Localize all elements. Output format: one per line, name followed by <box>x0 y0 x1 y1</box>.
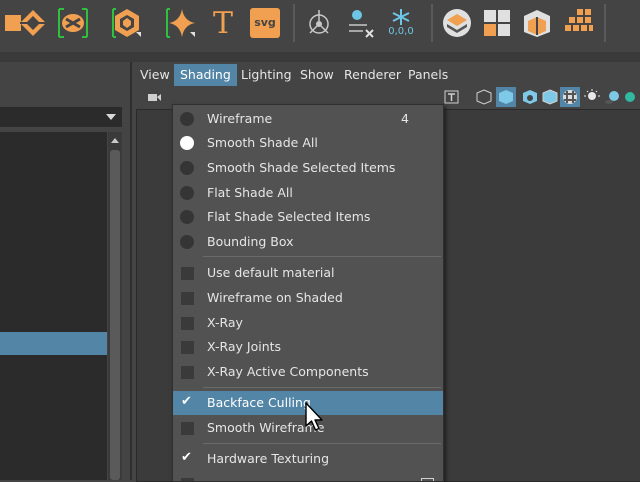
shadow-sphere-icon[interactable] <box>604 89 620 105</box>
menu-item-label: Smooth Shade Selected Items <box>207 160 396 175</box>
menu-shading[interactable]: Shading <box>174 64 237 86</box>
radio-button <box>180 235 194 249</box>
menu-item-x-ray-active-components[interactable]: X-Ray Active Components <box>173 360 443 384</box>
freeze-label: 0,0,0 <box>388 26 414 37</box>
toolbar-gap <box>0 52 640 62</box>
menu-item-wireframe-on-shaded[interactable]: Wireframe on Shaded <box>173 286 443 310</box>
snowflake-icon[interactable]: 0,0,0 <box>384 6 418 40</box>
menu-item-label: Flat Shade All <box>207 185 293 200</box>
menu-show[interactable]: Show <box>294 64 340 86</box>
bevel-icon[interactable] <box>56 6 90 40</box>
wireframe-cube-icon[interactable] <box>476 89 492 105</box>
checkbox <box>181 478 194 481</box>
radio-button-selected <box>180 136 194 150</box>
menu-item-smooth-shade-all[interactable]: Smooth Shade All <box>173 131 443 155</box>
menu-item-label: X-Ray <box>207 315 243 330</box>
menu-item-smooth-shade-selected[interactable]: Smooth Shade Selected Items <box>173 156 443 180</box>
mouse-pointer-icon <box>305 402 323 431</box>
light-bulb-icon[interactable] <box>584 89 600 105</box>
menu-item-label: Flat Shade Selected Items <box>207 209 371 224</box>
checkbox <box>181 267 194 280</box>
menu-lighting[interactable]: Lighting <box>235 64 298 86</box>
star-icon[interactable] <box>164 6 198 40</box>
menu-item-wireframe[interactable]: Wireframe 4 <box>173 107 443 131</box>
left-list[interactable] <box>0 132 107 480</box>
menu-view[interactable]: View <box>134 64 176 86</box>
toolbar-divider <box>431 4 433 42</box>
menu-item-x-ray[interactable]: X-Ray <box>173 311 443 335</box>
toolbar-divider <box>604 4 606 42</box>
lit-cube-icon[interactable] <box>542 89 558 105</box>
menu-panels[interactable]: Panels <box>402 64 454 86</box>
menu-item-label: Wireframe on Shaded <box>207 290 343 305</box>
menu-item-label: X-Ray Joints <box>207 339 282 354</box>
option-box-icon[interactable] <box>421 478 434 481</box>
menu-separator <box>203 256 441 257</box>
menu-item-flat-shade-all[interactable]: Flat Shade All <box>173 181 443 205</box>
menu-item-label: X-Ray Active Components <box>207 364 369 379</box>
left-scrollbar[interactable] <box>108 132 122 480</box>
radio-button <box>180 112 194 126</box>
menu-separator <box>203 387 441 388</box>
checker-sphere-button[interactable] <box>560 87 580 107</box>
menu-item-use-default-material[interactable]: Use default material <box>173 261 443 285</box>
menu-item-next-partial[interactable] <box>173 472 443 481</box>
hotkey-label: 4 <box>401 111 409 126</box>
left-combo-box[interactable] <box>0 107 122 127</box>
svg-icon[interactable]: svg <box>248 6 282 40</box>
list-item-selected[interactable] <box>0 332 107 355</box>
menu-item-bounding-box[interactable]: Bounding Box <box>173 230 443 254</box>
checkbox <box>181 366 194 379</box>
left-panel <box>0 62 130 480</box>
layers-icon[interactable] <box>440 6 474 40</box>
text-icon[interactable]: T <box>206 6 240 41</box>
menu-item-label: Backface Culling <box>207 395 311 410</box>
cube-icon[interactable] <box>520 6 554 40</box>
checkmark-icon <box>181 450 194 466</box>
menu-item-label: Bounding Box <box>207 234 294 249</box>
checkbox <box>181 422 194 435</box>
menu-item-label: Hardware Texturing <box>207 451 329 466</box>
menu-item-label: Use default material <box>207 265 335 280</box>
shelf-toolbar: T svg 0,0,0 <box>0 0 640 52</box>
center-pivot-icon[interactable] <box>344 6 378 40</box>
svg-label: svg <box>250 8 280 38</box>
checkbox <box>181 292 194 305</box>
radio-button <box>180 210 194 224</box>
checkbox <box>181 341 194 354</box>
menu-item-hardware-texturing[interactable]: Hardware Texturing <box>173 447 443 471</box>
soccerball-icon[interactable] <box>110 6 144 40</box>
viewport-menubar: View Shading Lighting Show Renderer Pane… <box>132 64 640 86</box>
scroll-up-icon[interactable] <box>111 138 119 143</box>
radio-button <box>180 161 194 175</box>
menu-separator <box>203 443 441 444</box>
checker-icon[interactable] <box>562 6 596 40</box>
scroll-thumb[interactable] <box>110 150 120 480</box>
transform-icon[interactable] <box>302 6 336 40</box>
grid-blocks-icon[interactable] <box>480 6 514 40</box>
shaded-cube-button[interactable] <box>496 87 516 107</box>
checkbox <box>181 317 194 330</box>
checkmark-icon <box>181 394 194 410</box>
text-frame-icon[interactable] <box>444 89 460 105</box>
camera-icon[interactable] <box>146 89 162 105</box>
menu-item-label: Smooth Shade All <box>207 135 318 150</box>
chevron-down-icon <box>106 114 116 120</box>
diamond-icon[interactable] <box>16 6 50 40</box>
menu-item-x-ray-joints[interactable]: X-Ray Joints <box>173 335 443 359</box>
textured-cube-icon[interactable] <box>522 89 538 105</box>
toolbar-divider <box>293 4 295 42</box>
radio-button <box>180 186 194 200</box>
menu-item-label: Wireframe <box>207 111 273 126</box>
menu-item-flat-shade-selected[interactable]: Flat Shade Selected Items <box>173 205 443 229</box>
sphere-icon[interactable] <box>622 89 638 105</box>
menu-renderer[interactable]: Renderer <box>338 64 407 86</box>
